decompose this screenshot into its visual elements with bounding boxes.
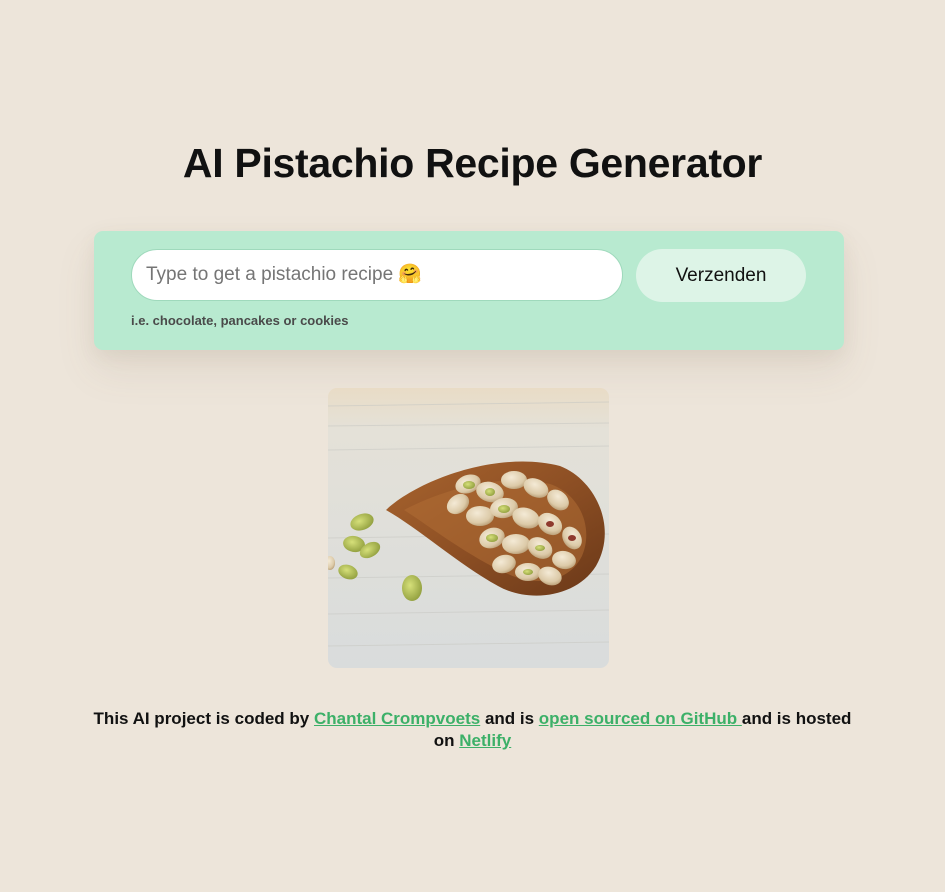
recipe-search-input[interactable] (131, 249, 623, 301)
github-link[interactable]: open sourced on GitHub (539, 709, 742, 728)
footer: This AI project is coded by Chantal Crom… (90, 708, 855, 752)
pistachio-photo (328, 388, 609, 668)
input-hint: i.e. chocolate, pancakes or cookies (131, 313, 349, 328)
footer-text-middle: and is (480, 709, 539, 728)
page-title: AI Pistachio Recipe Generator (182, 140, 763, 186)
page: AI Pistachio Recipe Generator Verzenden … (0, 0, 945, 892)
author-link[interactable]: Chantal Crompvoets (314, 709, 480, 728)
submit-button[interactable]: Verzenden (636, 249, 806, 302)
footer-text-intro: This AI project is coded by (93, 709, 314, 728)
recipe-form: Verzenden i.e. chocolate, pancakes or co… (94, 231, 844, 350)
netlify-link[interactable]: Netlify (459, 731, 511, 750)
